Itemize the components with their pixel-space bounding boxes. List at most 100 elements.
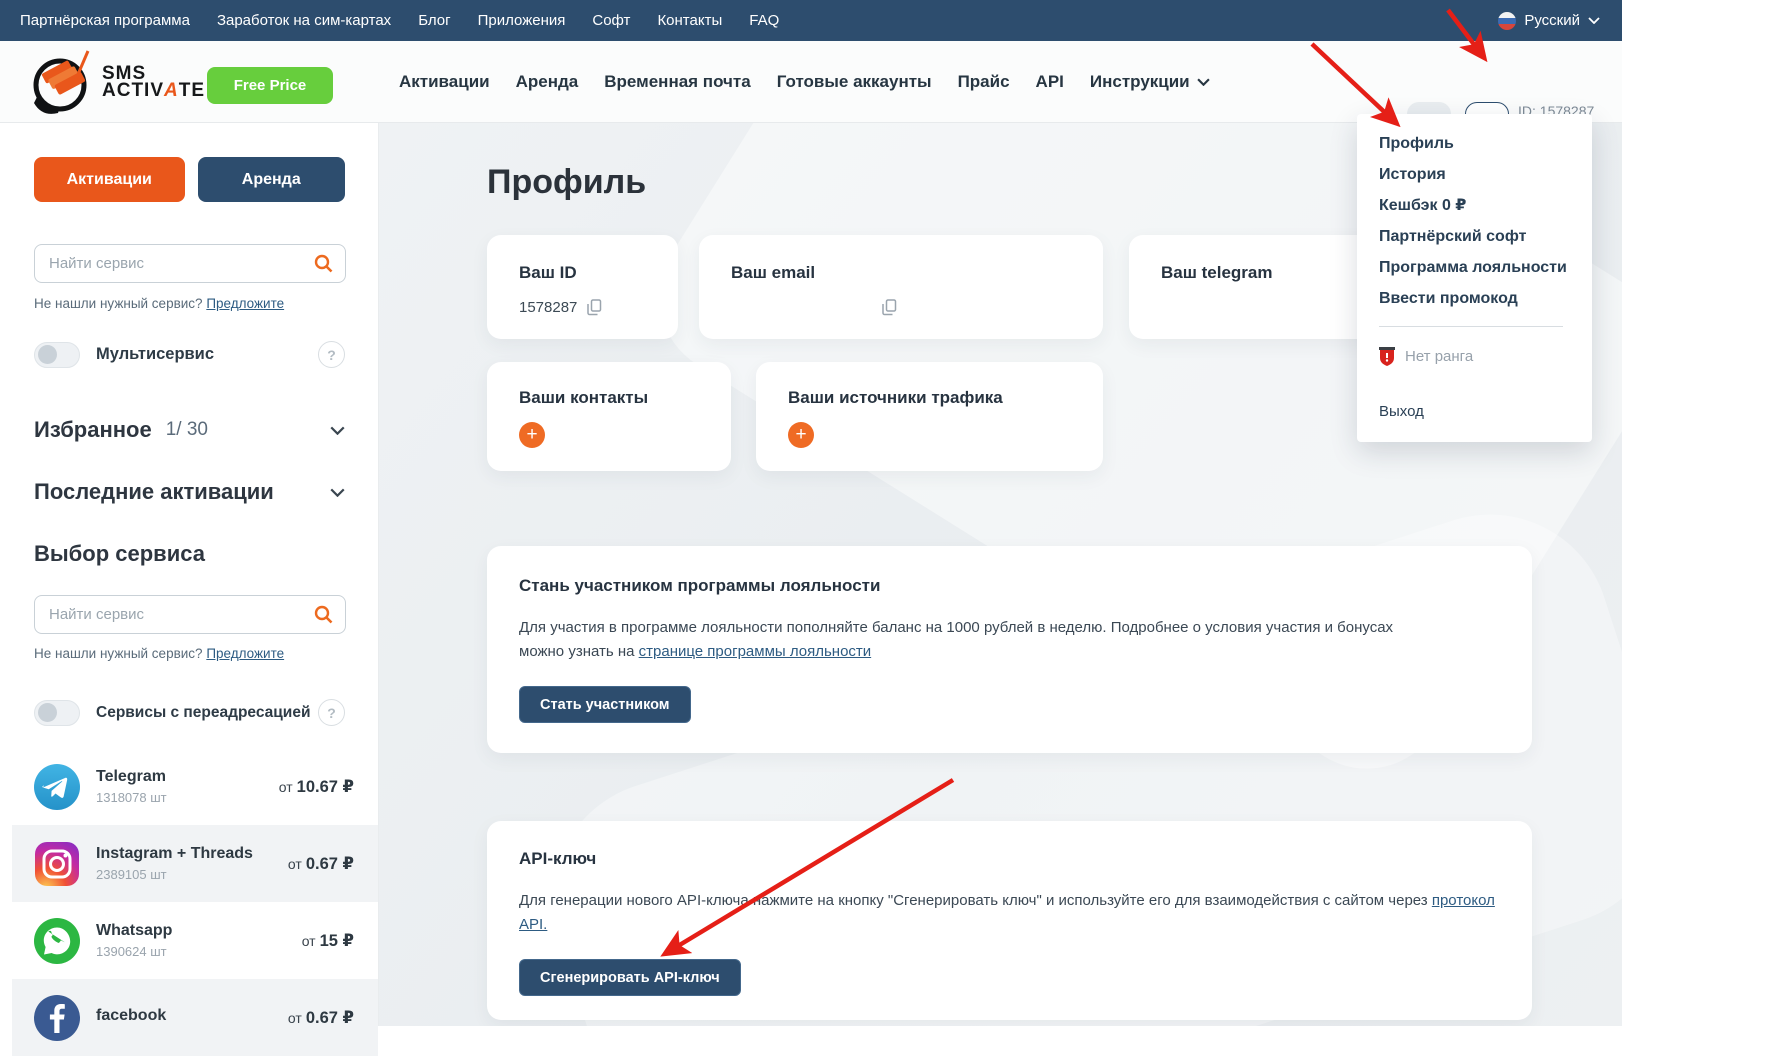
nav-rent[interactable]: Аренда <box>516 72 579 92</box>
menu-item-logout[interactable]: Выход <box>1379 403 1570 420</box>
service-search-input[interactable] <box>34 244 346 283</box>
tab-rent[interactable]: Аренда <box>198 157 346 202</box>
topnav-partner-program[interactable]: Партнёрская программа <box>20 12 190 29</box>
instagram-icon <box>34 841 80 887</box>
menu-item-cashback[interactable]: Кешбэк 0 ₽ <box>1379 190 1570 221</box>
generate-api-key-button[interactable]: Сгенерировать API-ключ <box>519 959 741 996</box>
header-nav: Активации Аренда Временная почта Готовые… <box>399 41 1210 123</box>
nav-ready-accounts[interactable]: Готовые аккаунты <box>777 72 932 92</box>
logo-text: SMS ACTIVATE <box>102 65 205 99</box>
russian-flag-icon <box>1498 12 1516 30</box>
service-row-instagram[interactable]: Instagram + Threads 2389105 шт от0.67 ₽ <box>12 825 378 902</box>
menu-item-enter-promocode[interactable]: Ввести промокод <box>1379 283 1570 314</box>
copy-icon <box>882 299 897 316</box>
forwarding-toggle[interactable] <box>34 700 80 726</box>
suggest-service-link-2[interactable]: Предложите <box>206 646 284 661</box>
nav-instructions[interactable]: Инструкции <box>1090 72 1210 92</box>
copy-email-button[interactable] <box>882 299 897 316</box>
service-price: от0.67 ₽ <box>288 854 354 874</box>
rank-row: Нет ранга <box>1379 346 1570 367</box>
page-viewport: Партнёрская программа Заработок на сим-к… <box>0 0 1622 1026</box>
menu-item-profile[interactable]: Профиль <box>1379 128 1570 159</box>
card-your-contacts: Ваши контакты + <box>487 362 731 471</box>
service-count: 2389105 шт <box>96 867 253 882</box>
topnav-soft[interactable]: Софт <box>592 12 630 29</box>
favorites-title: Избранное <box>34 417 152 443</box>
profile-dropdown-menu: Профиль История Кешбэк 0 ₽ Партнёрский с… <box>1357 114 1592 442</box>
sidebar-tabs: Активации Аренда <box>34 157 345 202</box>
service-name: Whatsapp <box>96 922 172 940</box>
your-id-value: 1578287 <box>519 299 577 316</box>
multiservice-label: Мультисервис <box>96 345 214 364</box>
telegram-icon <box>34 764 80 810</box>
your-contacts-label: Ваши контакты <box>519 388 731 408</box>
nav-activations[interactable]: Активации <box>399 72 490 92</box>
card-your-id: Ваш ID 1578287 <box>487 235 678 339</box>
forwarding-label: Сервисы с переадресацией <box>96 704 310 722</box>
sidebar: Активации Аренда Не нашли нужный сервис?… <box>0 123 379 1026</box>
suggest-service-link[interactable]: Предложите <box>206 296 284 311</box>
favorites-section[interactable]: Избранное 1/ 30 <box>34 417 345 443</box>
forwarding-help-icon[interactable]: ? <box>318 699 345 726</box>
service-search-input-2[interactable] <box>34 595 346 634</box>
service-search-2 <box>34 595 345 634</box>
your-id-label: Ваш ID <box>519 263 678 283</box>
tab-activations[interactable]: Активации <box>34 157 185 202</box>
logo-icon <box>30 49 94 115</box>
multiservice-row: Мультисервис ? <box>34 341 345 368</box>
service-row-telegram[interactable]: Telegram 1318078 шт от10.67 ₽ <box>12 748 378 825</box>
menu-item-loyalty-program[interactable]: Программа лояльности <box>1379 252 1570 283</box>
nav-temp-mail[interactable]: Временная почта <box>604 72 750 92</box>
page-title: Профиль <box>487 163 646 202</box>
multiservice-toggle[interactable] <box>34 342 80 368</box>
free-price-button[interactable]: Free Price <box>207 67 333 104</box>
topnav-faq[interactable]: FAQ <box>749 12 779 29</box>
language-label: Русский <box>1524 12 1580 29</box>
nav-api[interactable]: API <box>1036 72 1064 92</box>
service-name: Telegram <box>96 768 167 786</box>
language-selector[interactable]: Русский <box>1498 0 1600 41</box>
suggest-service-hint-2: Не нашли нужный сервис? Предложите <box>34 646 345 661</box>
service-price: от0.67 ₽ <box>288 1008 354 1028</box>
search-icon[interactable] <box>314 605 333 624</box>
nav-price[interactable]: Прайс <box>958 72 1010 92</box>
api-key-text: Для генерации нового API-ключа нажмите н… <box>519 889 1496 937</box>
search-icon[interactable] <box>314 254 333 273</box>
favorites-count: 1/ 30 <box>166 419 208 441</box>
chevron-down-icon <box>1197 78 1210 86</box>
recent-activations-title: Последние активации <box>34 479 274 505</box>
topnav-contacts[interactable]: Контакты <box>657 12 722 29</box>
menu-divider <box>1379 326 1563 327</box>
become-member-button[interactable]: Стать участником <box>519 686 691 723</box>
service-list: Telegram 1318078 шт от10.67 ₽ Instagram … <box>12 748 378 1056</box>
api-key-title: API-ключ <box>519 849 1496 869</box>
card-your-email: Ваш email <box>699 235 1103 339</box>
copy-id-button[interactable] <box>587 299 602 316</box>
menu-item-partner-soft[interactable]: Партнёрский софт <box>1379 221 1570 252</box>
chevron-down-icon <box>330 488 345 497</box>
rank-shield-icon <box>1379 346 1395 367</box>
chevron-down-icon <box>330 426 345 435</box>
site-header: SMS ACTIVATE Free Price Активации Аренда… <box>0 41 1622 123</box>
service-row-whatsapp[interactable]: Whatsapp 1390624 шт от15 ₽ <box>12 902 378 979</box>
chevron-down-icon <box>1588 17 1600 24</box>
recent-activations-section[interactable]: Последние активации <box>34 479 345 505</box>
topnav-blog[interactable]: Блог <box>418 12 450 29</box>
loyalty-title: Стань участником программы лояльности <box>519 576 1496 596</box>
service-row-facebook[interactable]: facebook от0.67 ₽ <box>12 979 378 1056</box>
card-api-key: API-ключ Для генерации нового API-ключа … <box>487 821 1532 1020</box>
topnav-apps[interactable]: Приложения <box>478 12 566 29</box>
multiservice-help-icon[interactable]: ? <box>318 341 345 368</box>
your-email-label: Ваш email <box>731 263 1103 283</box>
sms-activate-logo[interactable]: SMS ACTIVATE <box>30 49 205 115</box>
rank-label: Нет ранга <box>1405 348 1473 365</box>
menu-item-history[interactable]: История <box>1379 159 1570 190</box>
loyalty-program-link[interactable]: странице программы лояльности <box>639 643 872 660</box>
add-traffic-source-button[interactable]: + <box>788 422 814 448</box>
facebook-icon <box>34 995 80 1041</box>
add-contact-button[interactable]: + <box>519 422 545 448</box>
service-count: 1318078 шт <box>96 790 167 805</box>
topnav-sim-earnings[interactable]: Заработок на сим-картах <box>217 12 391 29</box>
suggest-service-hint: Не нашли нужный сервис? Предложите <box>34 296 345 311</box>
service-price: от10.67 ₽ <box>279 777 354 797</box>
